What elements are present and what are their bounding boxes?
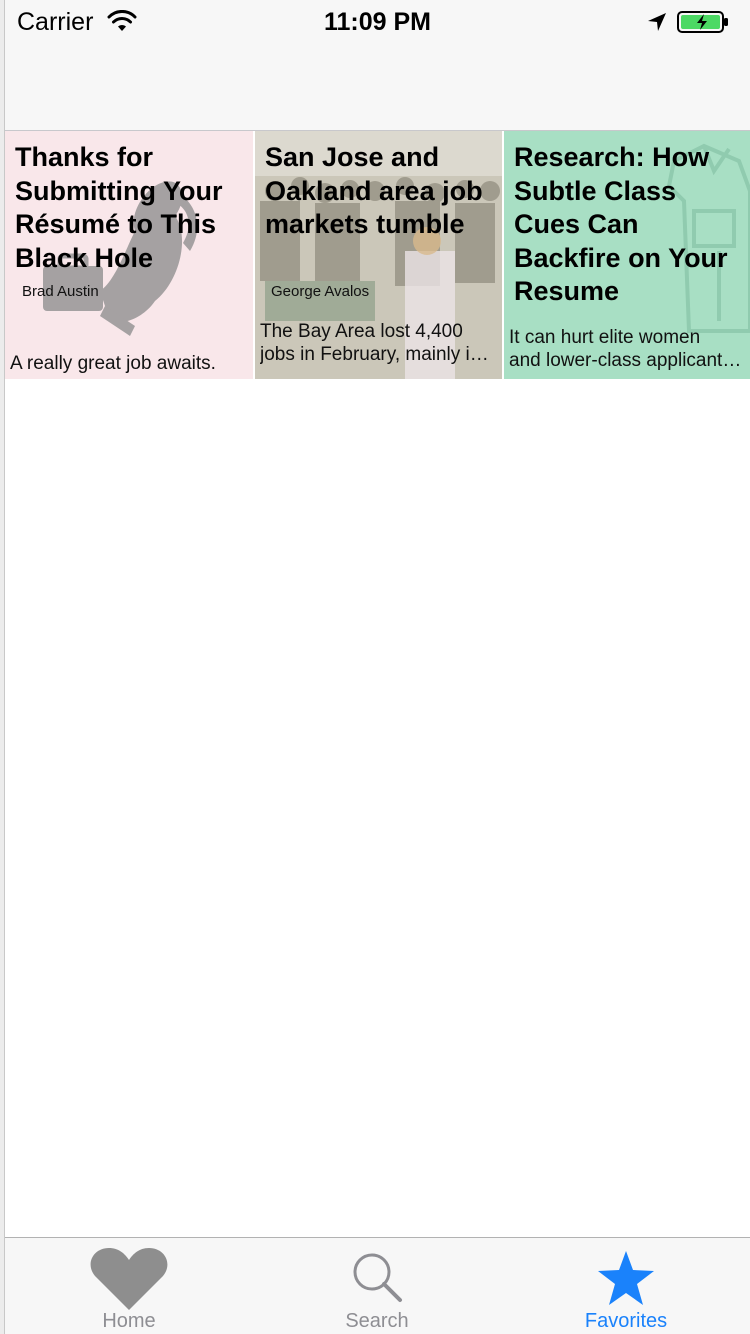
card-description: A really great job awaits.: [10, 353, 216, 374]
card-description-line: jobs in February, mainly in the: [260, 344, 496, 365]
card-title: Thanks for Submitting Your Résumé to Thi…: [15, 142, 223, 273]
heart-icon: [90, 1248, 168, 1310]
favorites-grid: Thanks for Submitting Your Résumé to Thi…: [5, 131, 750, 379]
location-arrow-icon: [648, 13, 666, 31]
status-bar: Carrier 11:09 PM: [5, 0, 750, 44]
tab-home-label: Home: [102, 1310, 156, 1332]
card-author: Brad Austin: [22, 283, 99, 300]
tab-favorites[interactable]: Favorites: [502, 1238, 750, 1334]
navigation-area: Carrier 11:09 PM: [5, 0, 750, 131]
article-card[interactable]: Thanks for Submitting Your Résumé to Thi…: [5, 131, 253, 379]
clock: 11:09 PM: [323, 8, 431, 36]
card-description-line: The Bay Area lost 4,400: [260, 321, 463, 342]
tab-favorites-label: Favorites: [584, 1310, 668, 1332]
article-card[interactable]: Research: How Subtle Class Cues Can Back…: [504, 131, 750, 379]
card-description: It can hurt elite women and lower-class …: [509, 326, 744, 372]
battery-icon: [677, 11, 728, 33]
card-author: George Avalos: [271, 283, 370, 300]
tab-search[interactable]: Search: [253, 1238, 501, 1334]
card-description-line: It can hurt elite women: [509, 327, 701, 348]
card-title: San Jose and Oakland area job markets tu…: [265, 142, 483, 239]
tab-bar: Home Search Favorites: [5, 1237, 750, 1334]
card-description: The Bay Area lost 4,400 jobs in February…: [260, 320, 496, 366]
star-icon: [598, 1251, 654, 1305]
card-title: Research: How Subtle Class Cues Can Back…: [514, 142, 728, 306]
tab-home[interactable]: Home: [5, 1238, 253, 1334]
article-card[interactable]: San Jose and Oakland area job markets tu…: [255, 131, 502, 379]
card-description-line: and lower-class applicants alike.: [509, 350, 744, 371]
tab-search-label: Search: [345, 1310, 409, 1332]
search-icon: [353, 1253, 402, 1302]
